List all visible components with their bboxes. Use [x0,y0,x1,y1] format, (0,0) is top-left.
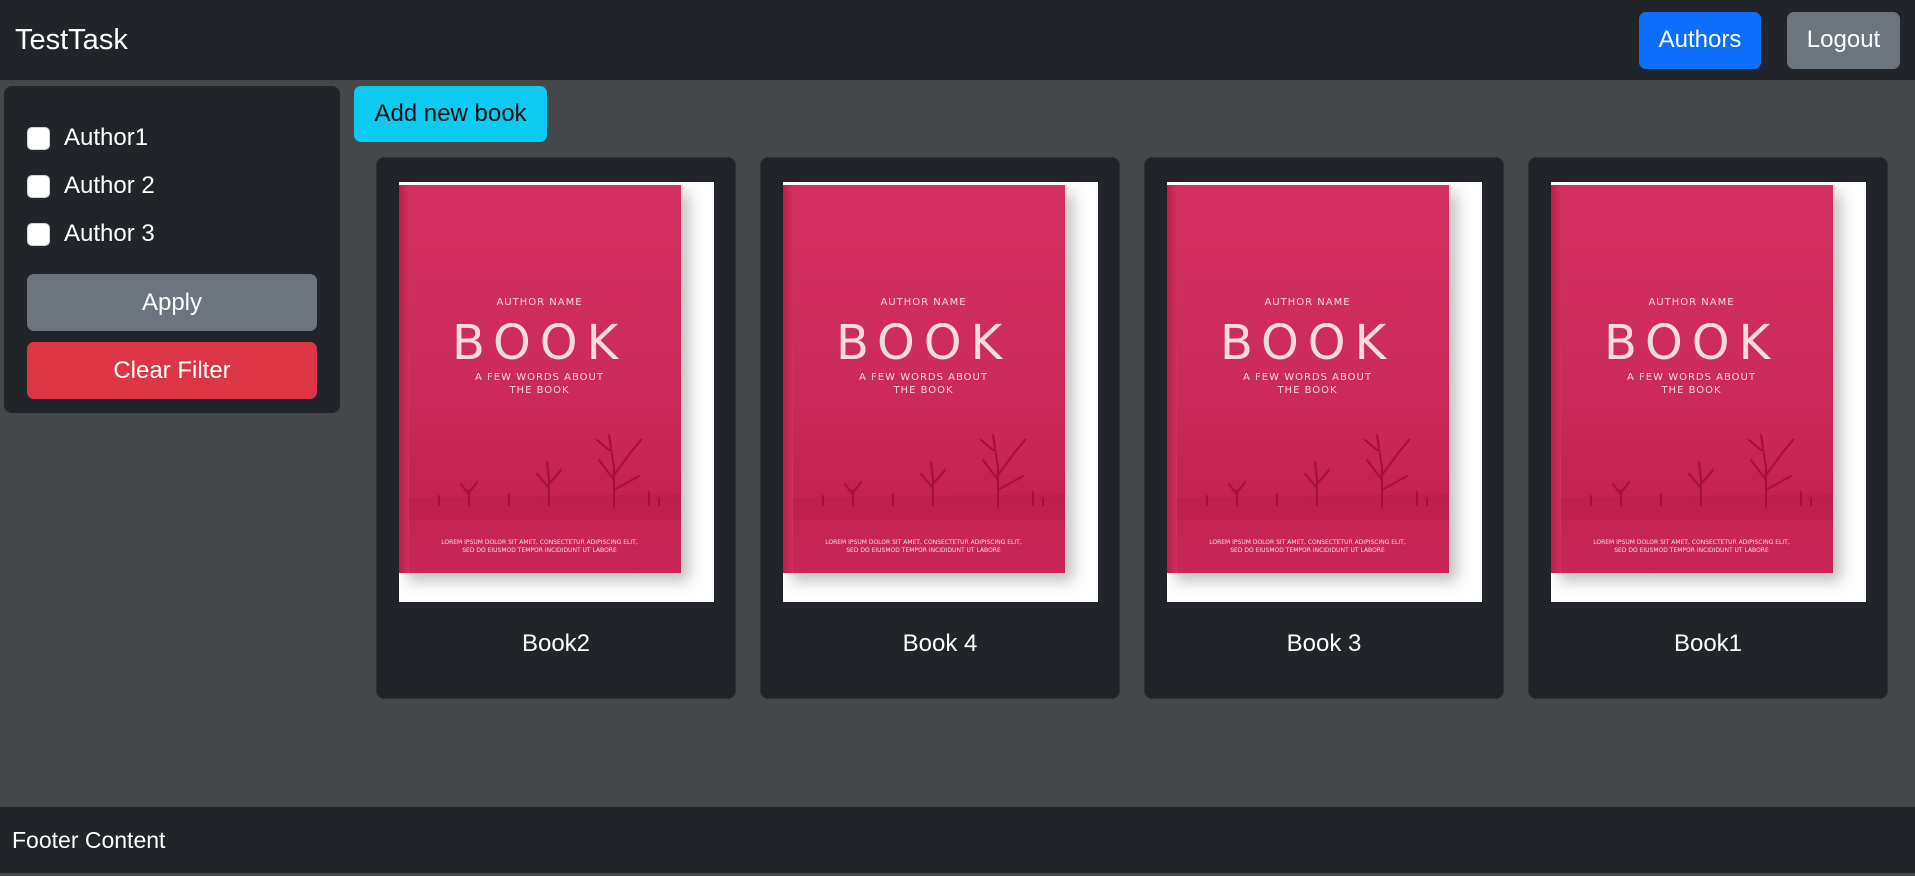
cover-author: AUTHOR NAME [1648,297,1735,308]
author3-checkbox[interactable] [27,222,50,246]
cover-subtitle: A FEW WORDS ABOUT THE BOOK [399,371,681,397]
cover-author: AUTHOR NAME [496,297,583,308]
cover-subtitle: A FEW WORDS ABOUT THE BOOK [1551,371,1833,397]
cover-footnote-line: LOREM IPSUM DOLOR SIT AMET, CONSECTETUR … [1209,539,1406,546]
cover-footnote-line: SED DO EIUSMOD TEMPOR INCIDIDUNT UT LABO… [846,547,1001,554]
footer-text: Footer Content [12,826,166,853]
cover-footnote: LOREM IPSUM DOLOR SIT AMET, CONSECTETUR … [1167,539,1449,555]
cover-footnote: LOREM IPSUM DOLOR SIT AMET, CONSECTETUR … [1551,539,1833,555]
cover-subtitle-line: THE BOOK [509,385,570,396]
dead-tree-illustration [408,434,681,520]
filter-item-author3[interactable]: Author 3 [27,210,317,258]
dead-tree-illustration [1560,434,1833,520]
author1-checkbox[interactable] [27,126,50,150]
page-footer: Footer Content [0,807,1915,873]
brand-title[interactable]: TestTask [15,24,128,57]
author2-checkbox[interactable] [27,174,50,198]
cover-footnote-line: SED DO EIUSMOD TEMPOR INCIDIDUNT UT LABO… [462,547,617,554]
cover-footnote-line: SED DO EIUSMOD TEMPOR INCIDIDUNT UT LABO… [1614,547,1769,554]
cover-subtitle-line: A FEW WORDS ABOUT [859,372,988,383]
cover-title: BOOK [1219,315,1396,371]
cover-art: AUTHOR NAME BOOK A FEW WORDS ABOUT THE B… [782,185,1065,573]
filter-label: Author 3 [64,220,155,247]
cover-title: BOOK [1603,315,1780,371]
book-card[interactable]: AUTHOR NAME BOOK A FEW WORDS ABOUT THE B… [760,157,1120,699]
book-list: AUTHOR NAME BOOK A FEW WORDS ABOUT THE B… [376,157,1888,699]
filter-item-author2[interactable]: Author 2 [27,162,317,210]
book-title[interactable]: Book2 [522,630,590,658]
book-card[interactable]: AUTHOR NAME BOOK A FEW WORDS ABOUT THE B… [1528,157,1888,699]
authors-button[interactable]: Authors [1639,11,1761,69]
cover-subtitle-line: THE BOOK [1277,385,1338,396]
cover-subtitle-line: A FEW WORDS ABOUT [475,372,604,383]
book-card[interactable]: AUTHOR NAME BOOK A FEW WORDS ABOUT THE B… [1144,157,1504,699]
cover-footnote-line: LOREM IPSUM DOLOR SIT AMET, CONSECTETUR … [1593,539,1790,546]
nav-actions: Authors Logout [1639,11,1900,69]
dead-tree-illustration [792,434,1065,520]
book-cover-image[interactable]: AUTHOR NAME BOOK A FEW WORDS ABOUT THE B… [782,182,1098,602]
logout-button[interactable]: Logout [1787,11,1900,69]
book-title[interactable]: Book 4 [903,630,978,658]
book-title[interactable]: Book 3 [1287,630,1362,658]
add-new-book-button[interactable]: Add new book [354,86,547,142]
clear-filter-button[interactable]: Clear Filter [27,342,317,399]
author-filter-panel: Author1 Author 2 Author 3 Apply Clear Fi… [4,86,340,413]
cover-author: AUTHOR NAME [1264,297,1351,308]
cover-subtitle-line: A FEW WORDS ABOUT [1243,372,1372,383]
cover-art: AUTHOR NAME BOOK A FEW WORDS ABOUT THE B… [1550,185,1833,573]
cover-subtitle: A FEW WORDS ABOUT THE BOOK [1167,371,1449,397]
cover-footnote-line: LOREM IPSUM DOLOR SIT AMET, CONSECTETUR … [441,539,638,546]
cover-author: AUTHOR NAME [880,297,967,308]
cover-title: BOOK [451,315,628,371]
book-cover-image[interactable]: AUTHOR NAME BOOK A FEW WORDS ABOUT THE B… [1166,182,1482,602]
cover-subtitle-line: A FEW WORDS ABOUT [1627,372,1756,383]
cover-subtitle-line: THE BOOK [893,385,954,396]
filter-label: Author 2 [64,172,155,199]
cover-footnote-line: SED DO EIUSMOD TEMPOR INCIDIDUNT UT LABO… [1230,547,1385,554]
book-title[interactable]: Book1 [1674,630,1742,658]
cover-footnote: LOREM IPSUM DOLOR SIT AMET, CONSECTETUR … [399,539,681,555]
cover-art: AUTHOR NAME BOOK A FEW WORDS ABOUT THE B… [398,185,681,573]
cover-title: BOOK [835,315,1012,371]
cover-subtitle: A FEW WORDS ABOUT THE BOOK [783,371,1065,397]
cover-subtitle-line: THE BOOK [1661,385,1722,396]
book-cover-image[interactable]: AUTHOR NAME BOOK A FEW WORDS ABOUT THE B… [1550,182,1866,602]
cover-footnote: LOREM IPSUM DOLOR SIT AMET, CONSECTETUR … [783,539,1065,555]
apply-button[interactable]: Apply [27,274,317,331]
cover-art: AUTHOR NAME BOOK A FEW WORDS ABOUT THE B… [1166,185,1449,573]
book-cover-image[interactable]: AUTHOR NAME BOOK A FEW WORDS ABOUT THE B… [398,182,714,602]
top-navbar: TestTask Authors Logout [0,0,1915,80]
dead-tree-illustration [1176,434,1449,520]
cover-footnote-line: LOREM IPSUM DOLOR SIT AMET, CONSECTETUR … [825,539,1022,546]
book-card[interactable]: AUTHOR NAME BOOK A FEW WORDS ABOUT THE B… [376,157,736,699]
filter-label: Author1 [64,124,149,151]
filter-item-author1[interactable]: Author1 [27,114,317,162]
